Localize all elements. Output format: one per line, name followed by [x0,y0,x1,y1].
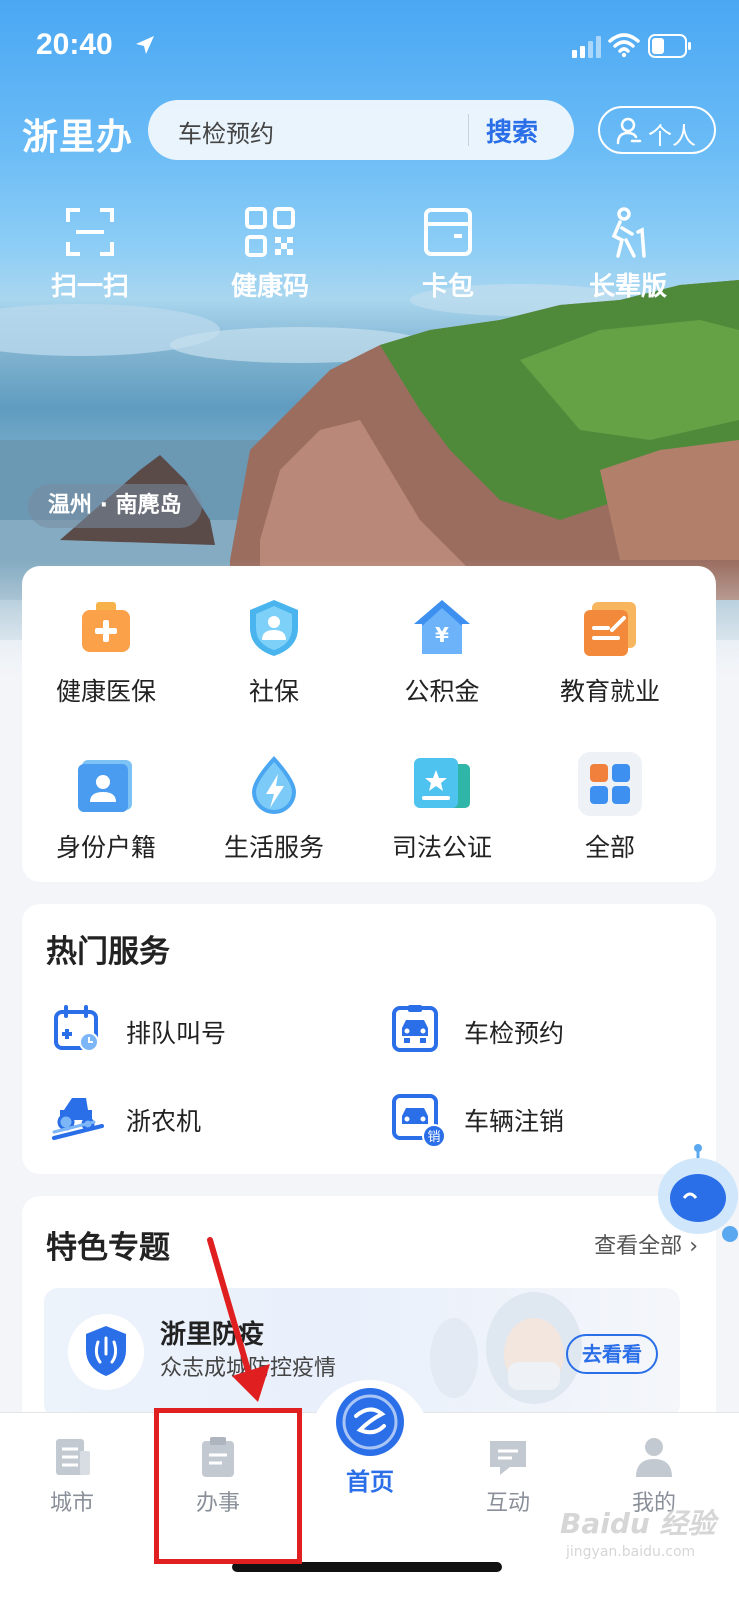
annotation-arrow [207,1237,270,1402]
watermark-sub: jingyan.baidu.com [566,1544,696,1560]
watermark: Baidu 经验 [560,1507,716,1540]
